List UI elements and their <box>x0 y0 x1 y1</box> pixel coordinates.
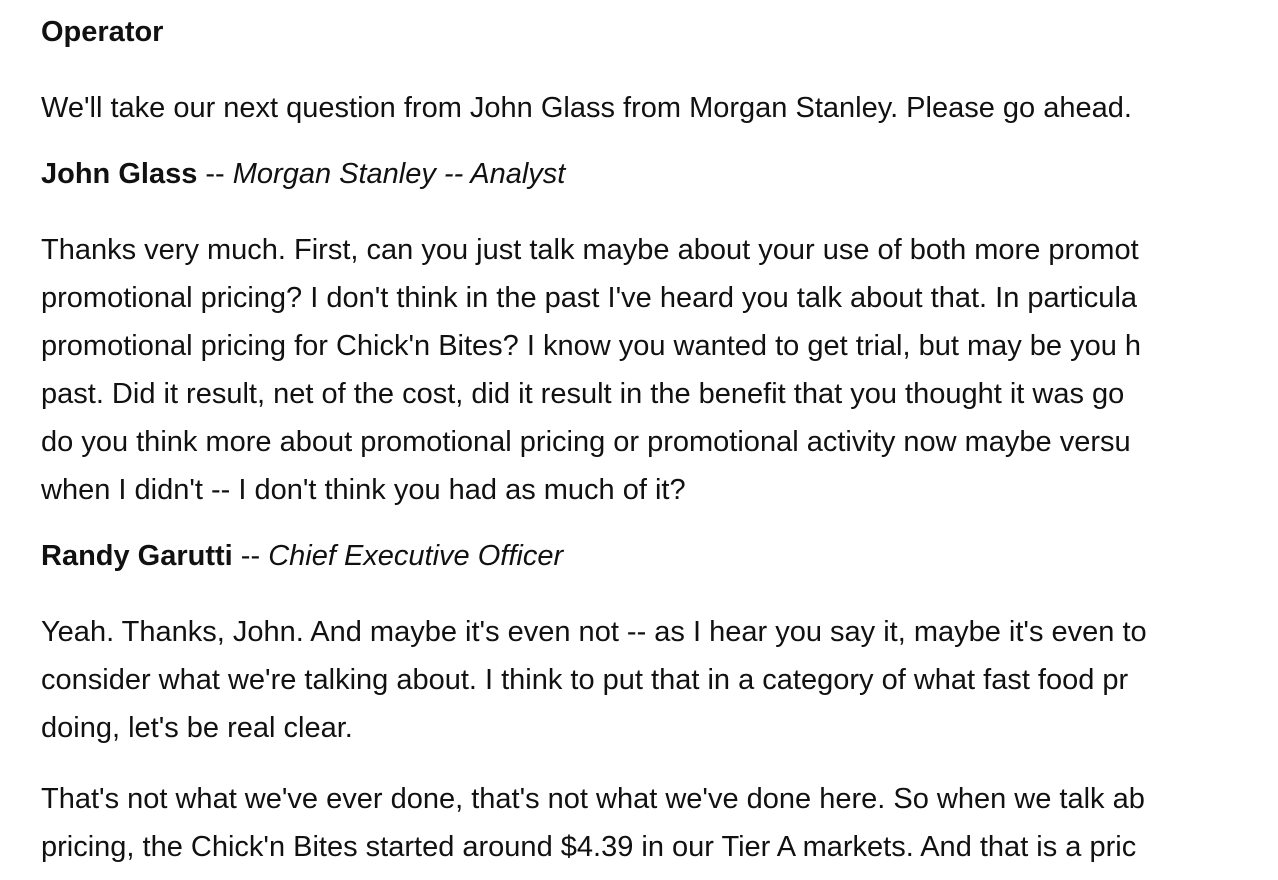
paragraph-randy-garutti: Yeah. Thanks, John. And maybe it's even … <box>41 608 1278 752</box>
paragraph-line: when I didn't -- I don't think you had a… <box>41 474 686 506</box>
speaker-role: Chief Executive Officer <box>268 540 564 572</box>
paragraph-line: promotional pricing for Chick'n Bites? I… <box>41 330 1142 362</box>
paragraph-john-glass: Thanks very much. First, can you just ta… <box>41 226 1278 514</box>
speaker-heading-operator: Operator <box>41 13 1278 51</box>
speaker-role: Morgan Stanley -- Analyst <box>232 158 566 190</box>
paragraph-randy-garutti-continued: That's not what we've ever done, that's … <box>41 775 1278 871</box>
speaker-heading-john-glass: John Glass -- Morgan Stanley -- Analyst <box>41 155 1278 193</box>
speaker-separator: -- <box>232 540 269 572</box>
speaker-name: Randy Garutti <box>41 540 233 572</box>
paragraph-line: That's not what we've ever done, that's … <box>41 783 1145 815</box>
paragraph-line: doing, let's be real clear. <box>41 712 353 744</box>
speaker-name: Operator <box>41 16 164 48</box>
paragraph-line: Thanks very much. First, can you just ta… <box>41 234 1139 266</box>
paragraph-line: past. Did it result, net of the cost, di… <box>41 378 1125 410</box>
speaker-name: John Glass <box>41 158 198 190</box>
paragraph-line: do you think more about promotional pric… <box>41 426 1131 458</box>
speaker-heading-randy-garutti: Randy Garutti -- Chief Executive Officer <box>41 537 1278 575</box>
paragraph-operator: We'll take our next question from John G… <box>41 84 1278 132</box>
paragraph-line: We'll take our next question from John G… <box>41 92 1132 124</box>
transcript-page: Operator We'll take our next question fr… <box>0 0 1278 880</box>
paragraph-line: Yeah. Thanks, John. And maybe it's even … <box>41 616 1147 648</box>
paragraph-line: pricing, the Chick'n Bites started aroun… <box>41 831 1137 863</box>
transcript-content: Operator We'll take our next question fr… <box>41 13 1278 871</box>
paragraph-line: consider what we're talking about. I thi… <box>41 664 1129 696</box>
paragraph-line: promotional pricing? I don't think in th… <box>41 282 1138 314</box>
speaker-separator: -- <box>197 158 233 190</box>
